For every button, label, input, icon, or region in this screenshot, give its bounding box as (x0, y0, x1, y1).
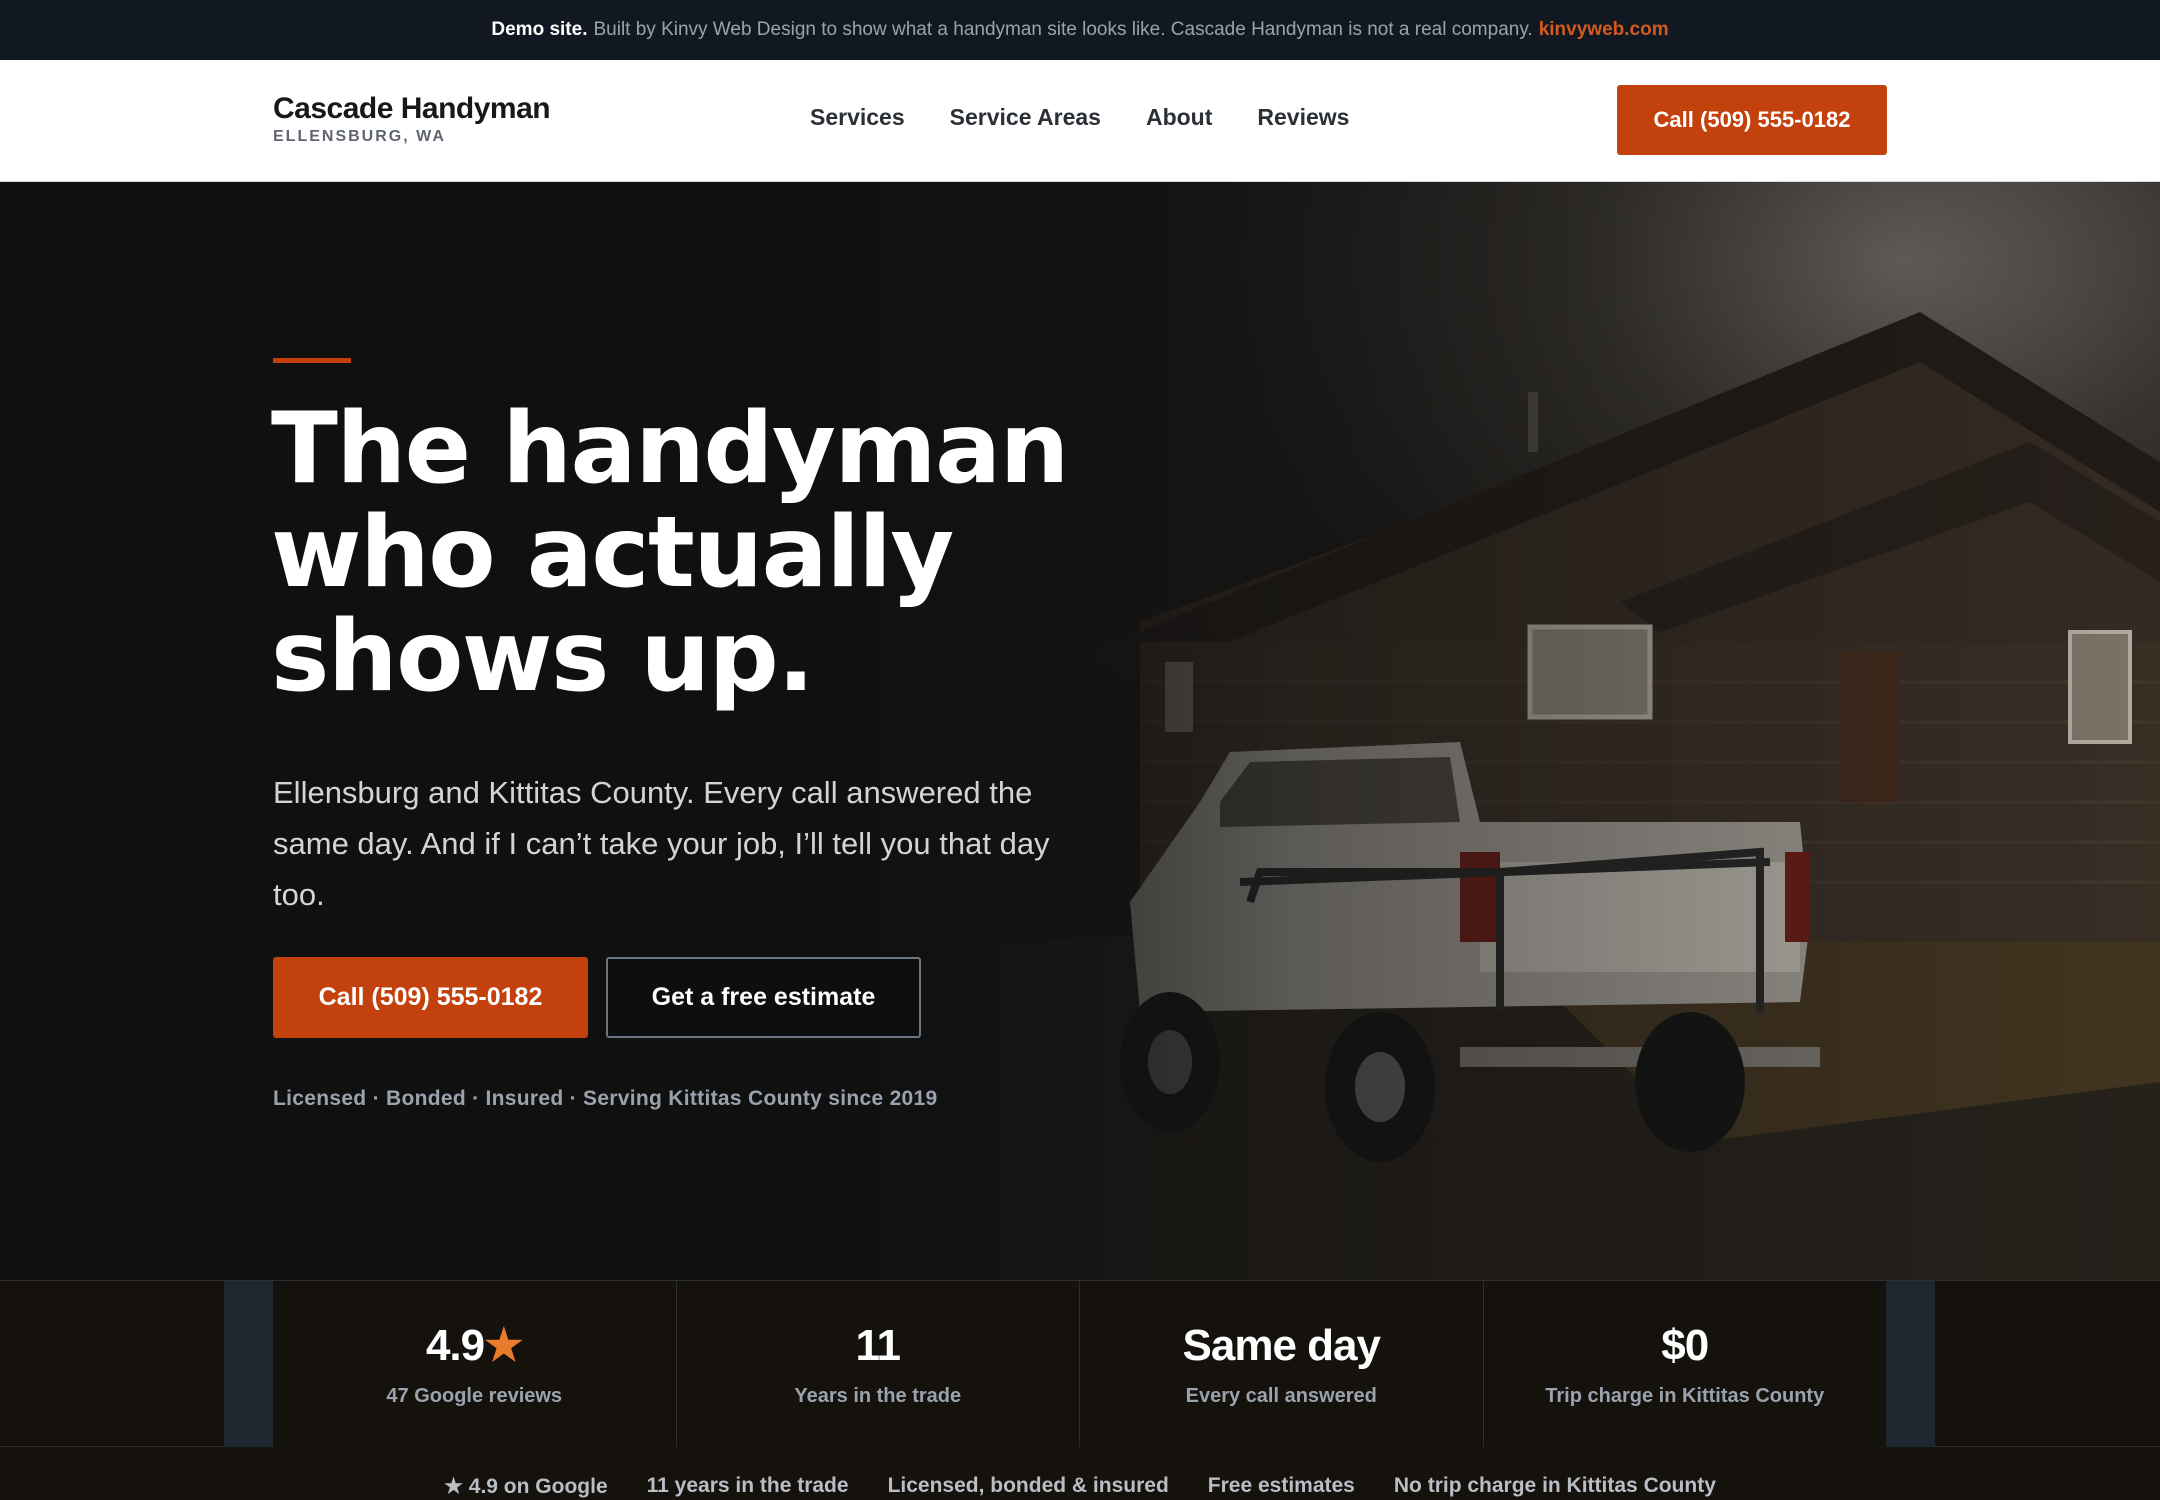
nav-services[interactable]: Services (810, 104, 905, 131)
ticker-item: Licensed, bonded & insured (887, 1474, 1169, 1497)
headline-line-3: shows up. (271, 600, 815, 714)
site-header: Cascade Handyman ELLENSBURG, WA Services… (0, 60, 2160, 182)
stat-value: Same day (1182, 1320, 1381, 1370)
brand-logo[interactable]: Cascade Handyman ELLENSBURG, WA (273, 92, 551, 146)
headline-line-2: who actually (271, 496, 954, 610)
ticker-item: Free estimates (1207, 1474, 1355, 1497)
main-nav: Services Service Areas About Reviews (810, 104, 1349, 131)
stat-value: $0 (1661, 1320, 1709, 1370)
nav-service-areas[interactable]: Service Areas (950, 104, 1101, 131)
accent-line (273, 358, 351, 363)
brand-location: ELLENSBURG, WA (273, 128, 446, 145)
rating-value: 4.9 (425, 1321, 485, 1370)
features-ticker: ★ 4.9 on Google 11 years in the trade Li… (0, 1448, 2160, 1500)
nav-reviews[interactable]: Reviews (1257, 104, 1349, 131)
stat-label: Every call answered (1185, 1384, 1377, 1407)
stat-label: Trip charge in Kittitas County (1545, 1384, 1825, 1407)
free-estimate-button[interactable]: Get a free estimate (606, 957, 921, 1038)
hero-overlay (0, 182, 2160, 1280)
kinvyweb-link[interactable]: kinvyweb.com (1539, 19, 1669, 41)
stats-band: 4.9★ 47 Google reviews 11 Years in the t… (0, 1280, 2160, 1447)
hero-subtext: Ellensburg and Kittitas County. Every ca… (273, 775, 1050, 912)
stat-label: 47 Google reviews (386, 1385, 563, 1407)
ticker-item: ★ 4.9 on Google (444, 1475, 608, 1498)
stat-years: 11 Years in the trade (676, 1281, 1080, 1447)
stat-rating: 4.9★ 47 Google reviews (273, 1281, 677, 1447)
header-call-button[interactable]: Call (509) 555-0182 (1617, 85, 1887, 155)
stat-trip-charge: $0 Trip charge in Kittitas County (1483, 1281, 1886, 1447)
stat-value: 4.9★ (425, 1320, 524, 1371)
brand-name: Cascade Handyman (273, 92, 551, 125)
nav-about[interactable]: About (1146, 104, 1212, 131)
stats-row: 4.9★ 47 Google reviews 11 Years in the t… (273, 1281, 1886, 1447)
hero-call-button[interactable]: Call (509) 555-0182 (273, 957, 588, 1038)
star-icon: ★ (484, 1321, 523, 1370)
headline-line-1: The handyman (271, 392, 1069, 506)
ticker-item: No trip charge in Kittitas County (1393, 1474, 1716, 1497)
stat-value: 11 (855, 1320, 901, 1370)
ticker-item: 11 years in the trade (646, 1474, 849, 1497)
demo-banner-text: Built by Kinvy Web Design to show what a… (593, 19, 1533, 40)
stat-label: Years in the trade (794, 1384, 962, 1407)
hero-headline: The handyman who actually shows up. (271, 397, 1171, 709)
hero-section: The handyman who actually shows up. Elle… (0, 182, 2160, 1280)
trust-line: Licensed · Bonded · Insured · Serving Ki… (273, 1087, 938, 1110)
demo-banner-label: Demo site. (491, 19, 588, 40)
stat-same-day: Same day Every call answered (1080, 1281, 1484, 1447)
demo-banner: Demo site. Built by Kinvy Web Design to … (0, 0, 2160, 60)
